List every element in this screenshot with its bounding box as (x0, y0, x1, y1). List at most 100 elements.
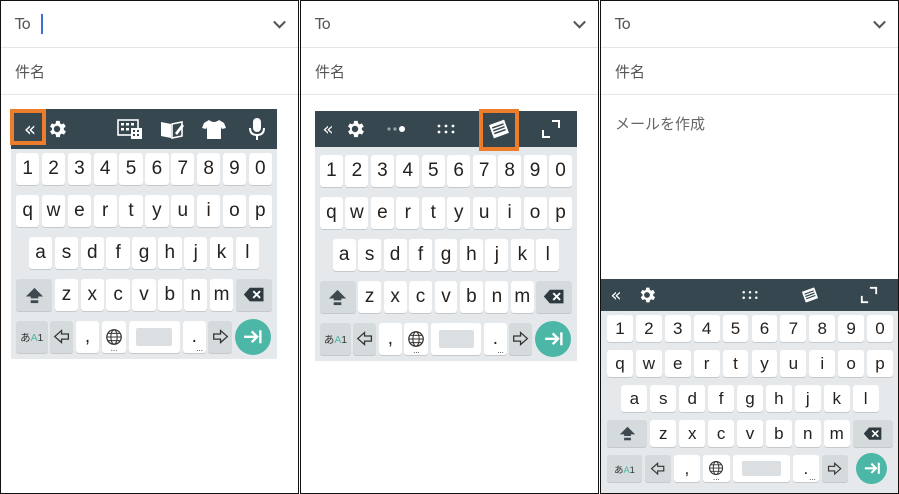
letter-key-i[interactable]: i (498, 197, 522, 229)
period-key[interactable]: .... (182, 321, 206, 353)
subject-field[interactable]: 件名 (301, 48, 598, 95)
period-key[interactable]: .... (792, 455, 819, 482)
backspace-key[interactable] (235, 279, 272, 311)
language-key[interactable]: ... (404, 323, 429, 355)
letter-key-f[interactable]: f (106, 237, 130, 269)
digit-key-8[interactable]: 8 (809, 315, 836, 342)
digit-key-2[interactable]: 2 (41, 153, 66, 185)
letter-key-h[interactable]: h (158, 237, 182, 269)
letter-key-v[interactable]: v (132, 279, 156, 311)
letter-key-q[interactable]: q (16, 195, 40, 227)
gear-icon[interactable] (633, 281, 661, 309)
gear-icon[interactable] (341, 115, 369, 143)
cursor-right-key[interactable] (208, 321, 232, 353)
letter-key-a[interactable]: a (28, 237, 53, 269)
letter-key-r[interactable]: r (693, 350, 720, 377)
letter-key-k[interactable]: k (209, 237, 234, 269)
digit-key-9[interactable]: 9 (523, 155, 547, 187)
letter-key-b[interactable]: b (459, 281, 483, 313)
digit-key-5[interactable]: 5 (119, 153, 143, 185)
comma-key[interactable]: , (673, 455, 700, 482)
letter-key-y[interactable]: y (751, 350, 778, 377)
digit-key-7[interactable]: 7 (472, 155, 496, 187)
letter-key-u[interactable]: u (472, 197, 496, 229)
letter-key-v[interactable]: v (737, 420, 763, 447)
letter-key-z[interactable]: z (54, 279, 79, 311)
letter-key-m[interactable]: m (510, 281, 534, 313)
enter-key[interactable] (535, 321, 572, 357)
letter-key-m[interactable]: m (823, 420, 850, 447)
letter-key-n[interactable]: n (184, 279, 208, 311)
comma-key[interactable]: , (378, 323, 402, 355)
digit-key-9[interactable]: 9 (222, 153, 247, 185)
dots-grid-icon[interactable] (433, 115, 459, 143)
digit-key-3[interactable]: 3 (370, 155, 394, 187)
digit-key-8[interactable]: 8 (196, 153, 221, 185)
period-key[interactable]: .... (483, 323, 507, 355)
cursor-left-key[interactable] (50, 321, 74, 353)
letter-key-z[interactable]: z (358, 281, 382, 313)
digit-key-1[interactable]: 1 (607, 315, 633, 342)
letter-key-h[interactable]: h (765, 385, 792, 412)
letter-key-a[interactable]: a (332, 239, 356, 271)
body-placeholder[interactable]: メールを作成 (615, 113, 705, 134)
digit-key-3[interactable]: 3 (664, 315, 691, 342)
letter-key-q[interactable]: q (320, 197, 343, 229)
letter-key-l[interactable]: l (536, 239, 560, 271)
letter-key-d[interactable]: d (679, 385, 706, 412)
letter-key-o[interactable]: o (523, 197, 547, 229)
letter-key-k[interactable]: k (823, 385, 850, 412)
letter-key-o[interactable]: o (838, 350, 865, 377)
letter-key-m[interactable]: m (209, 279, 234, 311)
letter-key-t[interactable]: t (119, 195, 143, 227)
letter-key-s[interactable]: s (358, 239, 382, 271)
letter-key-q[interactable]: q (607, 350, 633, 377)
letter-key-j[interactable]: j (184, 237, 208, 269)
letter-key-d[interactable]: d (80, 237, 104, 269)
letter-key-y[interactable]: y (447, 197, 471, 229)
letter-key-p[interactable]: p (867, 350, 893, 377)
backspace-key[interactable] (852, 420, 893, 447)
collapse-toolbar-icon[interactable]: « (605, 281, 627, 309)
letter-key-y[interactable]: y (145, 195, 169, 227)
letter-key-b[interactable]: b (158, 279, 182, 311)
digit-key-4[interactable]: 4 (93, 153, 117, 185)
input-mode-key[interactable]: あA1 (16, 321, 48, 353)
cursor-right-key[interactable] (509, 323, 533, 355)
letter-key-c[interactable]: c (409, 281, 432, 313)
input-mode-key[interactable]: あA1 (320, 323, 351, 355)
letter-key-s[interactable]: s (650, 385, 677, 412)
digit-key-2[interactable]: 2 (345, 155, 369, 187)
digit-key-9[interactable]: 9 (838, 315, 865, 342)
letter-key-e[interactable]: e (370, 197, 394, 229)
letter-key-j[interactable]: j (485, 239, 509, 271)
dots-grid-icon[interactable] (737, 281, 763, 309)
letter-key-p[interactable]: p (549, 197, 572, 229)
digit-key-3[interactable]: 3 (67, 153, 92, 185)
shift-key[interactable] (16, 279, 53, 311)
letter-key-t[interactable]: t (722, 350, 749, 377)
space-key[interactable] (732, 455, 790, 482)
letter-key-g[interactable]: g (737, 385, 763, 412)
letter-key-t[interactable]: t (421, 197, 445, 229)
letter-key-c[interactable]: c (106, 279, 130, 311)
enter-key[interactable] (856, 453, 888, 484)
expand-icon[interactable] (855, 281, 883, 309)
digit-key-6[interactable]: 6 (751, 315, 778, 342)
letter-key-n[interactable]: n (794, 420, 821, 447)
letter-key-p[interactable]: p (248, 195, 272, 227)
letter-key-r[interactable]: r (396, 197, 420, 229)
backspace-key[interactable] (536, 281, 572, 313)
microphone-icon[interactable] (243, 115, 271, 143)
letter-key-s[interactable]: s (54, 237, 79, 269)
collapse-toolbar-icon[interactable]: « (317, 115, 339, 143)
digit-key-4[interactable]: 4 (396, 155, 420, 187)
digit-key-1[interactable]: 1 (320, 155, 343, 187)
language-key[interactable]: ... (101, 321, 127, 353)
digit-key-2[interactable]: 2 (635, 315, 662, 342)
letter-key-x[interactable]: x (383, 281, 407, 313)
cursor-left-key[interactable] (353, 323, 377, 355)
enter-key[interactable] (235, 319, 272, 355)
gear-icon[interactable] (43, 115, 71, 143)
letter-key-u[interactable]: u (780, 350, 807, 377)
